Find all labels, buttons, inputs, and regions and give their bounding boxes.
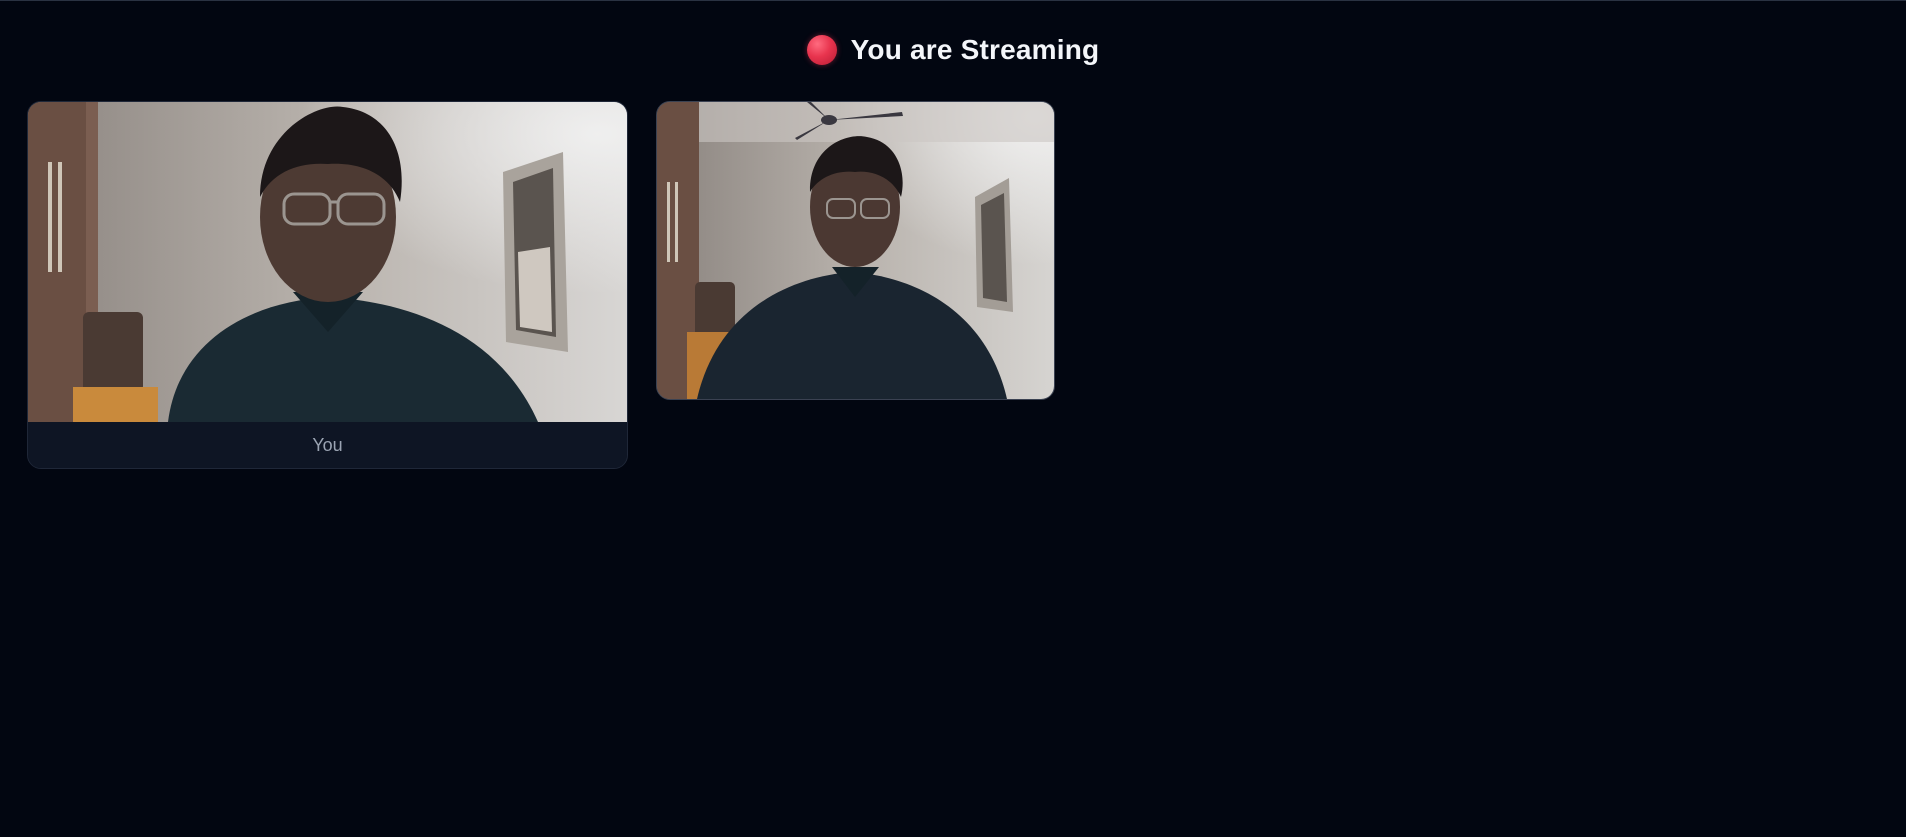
camera-feed-image	[657, 102, 1054, 399]
tile-label: You	[28, 422, 627, 468]
remote-video[interactable]	[657, 102, 1054, 399]
local-video[interactable]	[28, 102, 627, 422]
recording-dot-icon	[806, 35, 837, 65]
page-title: You are Streaming	[850, 34, 1100, 65]
stream-header: You are Streaming	[0, 34, 1906, 66]
top-border	[0, 0, 1906, 1]
remote-video-tile[interactable]	[656, 101, 1055, 400]
camera-feed-image	[28, 102, 627, 422]
local-video-tile[interactable]: You	[27, 101, 628, 469]
